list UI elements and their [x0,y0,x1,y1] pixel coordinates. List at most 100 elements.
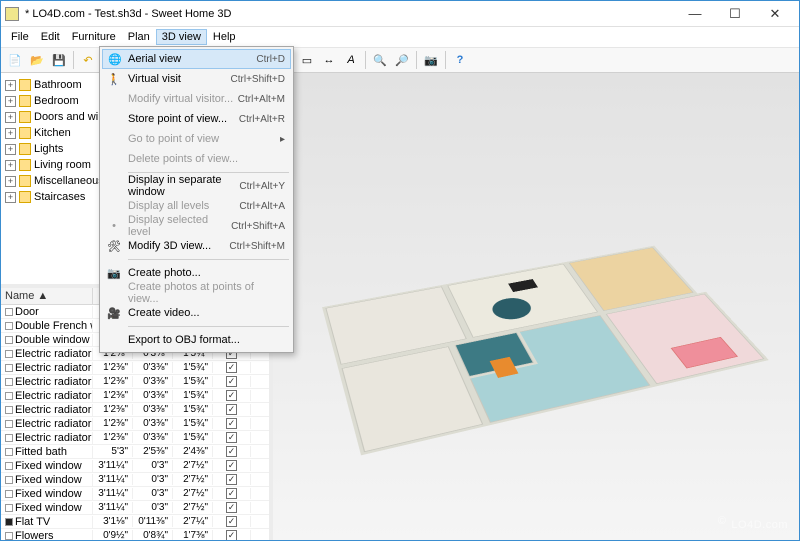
submenu-arrow-icon: ▸ [280,134,285,145]
menu-item-create-video[interactable]: 🎥Create video... [102,303,291,323]
menu-plan[interactable]: Plan [122,29,156,45]
room-tool[interactable]: ▭ [297,50,317,70]
maximize-button[interactable]: ☐ [715,2,755,26]
menu-item-display-in-separate-window[interactable]: Display in separate windowCtrl+Alt+Y [102,176,291,196]
table-row[interactable]: Electric radiator1'2⅜"0'3⅜"1'5¾"✓ [1,389,269,403]
photo-button[interactable]: 📷 [421,50,441,70]
table-row[interactable]: Electric radiator1'2⅜"0'3⅜"1'5¾"✓ [1,431,269,445]
color-swatch [5,392,13,400]
checkbox-icon[interactable]: ✓ [226,418,237,429]
cell-visible[interactable]: ✓ [213,404,251,415]
cell-visible[interactable]: ✓ [213,376,251,387]
open-button[interactable]: 📂 [27,50,47,70]
menu-3d-view[interactable]: 3D view [156,29,207,45]
table-row[interactable]: Flat TV3'1⅛"0'11⅜"2'7¼"✓ [1,515,269,529]
3d-viewport[interactable] [273,73,799,540]
color-swatch [5,350,13,358]
cell-width: 3'11¼" [93,502,133,513]
table-row[interactable]: Fixed window3'11¼"0'3"2'7½"✓ [1,459,269,473]
table-row[interactable]: Fixed window3'11¼"0'3"2'7½"✓ [1,487,269,501]
floor-plan-3d [281,224,799,500]
table-row[interactable]: Flowers0'9½"0'8¾"1'7⅜"✓ [1,529,269,540]
new-button[interactable]: 📄 [5,50,25,70]
menu-item-modify-3d-view[interactable]: 🛠Modify 3D view...Ctrl+Shift+M [102,236,291,256]
cell-width: 1'2⅜" [93,376,133,387]
menu-file[interactable]: File [5,29,35,45]
zoom-in-button[interactable]: 🔍 [370,50,390,70]
table-row[interactable]: Fitted bath5'3"2'5⅜"2'4⅜"✓ [1,445,269,459]
menu-item-label: Create video... [128,307,200,319]
table-row[interactable]: Fixed window3'11¼"0'3"2'7½"✓ [1,501,269,515]
col-header-name[interactable]: Name ▲ [1,288,93,304]
toolbar-separator [365,51,366,69]
menu-item-virtual-visit[interactable]: 🚶Virtual visitCtrl+Shift+D [102,69,291,89]
checkbox-icon[interactable]: ✓ [226,460,237,471]
zoom-out-button[interactable]: 🔎 [392,50,412,70]
color-swatch [5,504,13,512]
cell-visible[interactable]: ✓ [213,418,251,429]
cell-visible[interactable]: ✓ [213,516,251,527]
checkbox-icon[interactable]: ✓ [226,446,237,457]
menu-item-store-point-of-view[interactable]: Store point of view...Ctrl+Alt+R [102,109,291,129]
help-button[interactable]: ? [450,50,470,70]
menu-shortcut: Ctrl+Alt+M [238,94,285,105]
menu-item-label: Delete points of view... [128,153,238,165]
checkbox-icon[interactable]: ✓ [226,516,237,527]
table-row[interactable]: Electric radiator1'2⅜"0'3⅜"1'5¾"✓ [1,361,269,375]
expand-icon[interactable]: + [5,96,16,107]
checkbox-icon[interactable]: ✓ [226,502,237,513]
expand-icon[interactable]: + [5,112,16,123]
cell-name: Fixed window [1,474,93,486]
checkbox-icon[interactable]: ✓ [226,488,237,499]
close-button[interactable]: ✕ [755,2,795,26]
cell-visible[interactable]: ✓ [213,530,251,540]
cell-visible[interactable]: ✓ [213,390,251,401]
folder-icon [19,111,31,123]
checkbox-icon[interactable]: ✓ [226,530,237,540]
table-row[interactable]: Fixed window3'11¼"0'3"2'7½"✓ [1,473,269,487]
expand-icon[interactable]: + [5,144,16,155]
text-tool[interactable]: A [341,50,361,70]
cell-visible[interactable]: ✓ [213,488,251,499]
checkbox-icon[interactable]: ✓ [226,404,237,415]
save-button[interactable]: 💾 [49,50,69,70]
menu-help[interactable]: Help [207,29,242,45]
tools-icon: 🛠 [106,238,122,254]
titlebar: * LO4D.com - Test.sh3d - Sweet Home 3D —… [1,1,799,27]
expand-icon[interactable]: + [5,80,16,91]
menu-item-export-to-obj-format[interactable]: Export to OBJ format... [102,330,291,350]
cell-name: Electric radiator [1,404,93,416]
table-row[interactable]: Electric radiator1'2⅜"0'3⅜"1'5¾"✓ [1,417,269,431]
checkbox-icon[interactable]: ✓ [226,390,237,401]
cell-depth: 0'3⅜" [133,418,173,429]
checkbox-icon[interactable]: ✓ [226,376,237,387]
bullet-icon: • [106,218,122,234]
menu-edit[interactable]: Edit [35,29,66,45]
cell-visible[interactable]: ✓ [213,446,251,457]
menu-item-display-selected-level: •Display selected levelCtrl+Shift+A [102,216,291,236]
person-icon: 🚶 [106,71,122,87]
menu-item-label: Modify virtual visitor... [128,93,233,105]
expand-icon[interactable]: + [5,176,16,187]
minimize-button[interactable]: — [675,2,715,26]
cell-visible[interactable]: ✓ [213,474,251,485]
table-row[interactable]: Electric radiator1'2⅜"0'3⅜"1'5¾"✓ [1,375,269,389]
menu-item-aerial-view[interactable]: 🌐Aerial viewCtrl+D [102,49,291,69]
dimension-tool[interactable]: ↔ [319,50,339,70]
cell-visible[interactable]: ✓ [213,502,251,513]
menu-shortcut: Ctrl+Alt+A [239,201,285,212]
expand-icon[interactable]: + [5,160,16,171]
cell-visible[interactable]: ✓ [213,460,251,471]
expand-icon[interactable]: + [5,192,16,203]
expand-icon[interactable]: + [5,128,16,139]
cell-visible[interactable]: ✓ [213,362,251,373]
checkbox-icon[interactable]: ✓ [226,362,237,373]
cell-visible[interactable]: ✓ [213,432,251,443]
checkbox-icon[interactable]: ✓ [226,474,237,485]
table-row[interactable]: Electric radiator1'2⅜"0'3⅜"1'5¾"✓ [1,403,269,417]
undo-button[interactable]: ↶ [78,50,98,70]
catalog-label: Kitchen [34,127,71,139]
checkbox-icon[interactable]: ✓ [226,432,237,443]
menu-furniture[interactable]: Furniture [66,29,122,45]
menu-item-create-photo[interactable]: 📷Create photo... [102,263,291,283]
